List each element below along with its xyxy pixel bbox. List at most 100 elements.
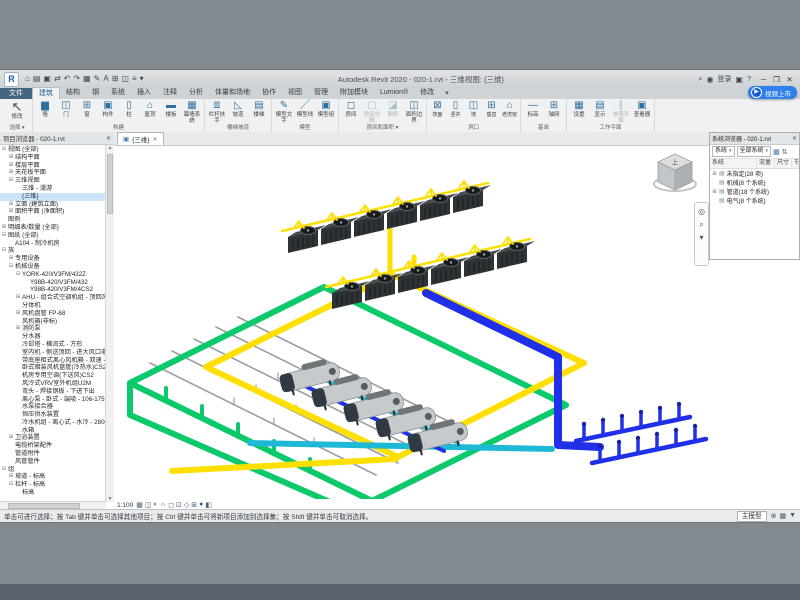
tree-item[interactable]: A104 - 制冷机房 — [0, 240, 106, 248]
tree-item[interactable]: ⊞ 面积平面 (净面积) — [0, 208, 106, 216]
tree-item[interactable]: 图例 — [0, 216, 106, 224]
system-browser-header[interactable]: 系统浏览器 - 020-1.rvt ✕ — [710, 133, 799, 145]
model-3d-view[interactable] — [114, 145, 800, 499]
ribbon-button[interactable]: ◫ 墙 — [465, 100, 482, 118]
qat-icon[interactable]: ↶ — [64, 74, 71, 84]
tree-item[interactable]: ⊟ 机械设备 — [0, 263, 106, 271]
tree-expand-icon[interactable]: ⊞ — [15, 294, 21, 302]
ribbon-tab[interactable]: 体量和场地 — [209, 87, 256, 98]
ribbon-button[interactable]: ⌂ 屋顶 — [140, 100, 160, 118]
qat-icon[interactable]: ↷ — [73, 74, 80, 84]
panel-label-room[interactable]: 房间和面积 ▾ — [341, 124, 424, 132]
ribbon-button[interactable]: ▢ 房间分隔 — [362, 100, 382, 124]
tree-item[interactable]: ⊟ 图纸 (全部) — [0, 232, 106, 240]
view-control-icon[interactable]: ☼ — [160, 501, 166, 509]
tree-expand-icon[interactable]: ⊞ — [8, 162, 14, 170]
ribbon-tab[interactable]: 结构 — [60, 87, 86, 98]
view-control-icon[interactable]: ⊡ — [176, 501, 182, 509]
ribbon-tab[interactable]: 附加模块 — [334, 87, 374, 98]
ribbon-button[interactable]: ― 标高 — [523, 100, 543, 118]
ribbon-button[interactable]: ⊞ 轴网 — [544, 100, 564, 118]
tree-item[interactable]: 风冷式VRV室外机组U2M — [0, 380, 106, 388]
status-icon[interactable]: ⊕ — [771, 512, 777, 520]
scale-control[interactable]: 1:100 — [117, 502, 133, 509]
system-row[interactable]: ⊞ ▤ 管道(18 个系统) — [710, 187, 799, 196]
view-tab-close-icon[interactable]: ✕ — [153, 136, 158, 143]
ribbon-button[interactable]: ▦ 幕墙系统 — [182, 100, 202, 124]
tree-expand-icon[interactable] — [15, 372, 21, 380]
tree-expand-icon[interactable]: ⊟ — [15, 271, 21, 279]
ribbon-button[interactable]: ◫ 面积边界 — [404, 100, 424, 124]
tree-item[interactable]: 室内机 - 侧送顶回 - 进大风口非标装置 — [0, 349, 106, 357]
promo-button[interactable]: ▶ 视频上市 — [748, 86, 797, 99]
row-expand-icon[interactable]: ⊞ — [712, 171, 717, 177]
tree-item[interactable]: ⊞ 消防泵 — [0, 325, 106, 333]
tree-expand-icon[interactable]: ⊟ — [1, 247, 7, 255]
ribbon-tab[interactable]: 协作 — [256, 87, 282, 98]
tree-item[interactable]: 卧式暗装风机盘管(冷热水)CS2 — [0, 364, 106, 372]
close-button[interactable]: ✕ — [783, 75, 796, 84]
tree-expand-icon[interactable]: ⊞ — [8, 154, 14, 162]
view-control-icon[interactable]: ● — [199, 501, 203, 509]
project-browser-vscrollbar[interactable]: ▲▼ — [105, 145, 114, 502]
tree-item[interactable]: 冷水机组 - 离心式 - 水冷 - 2800 - 14000 kW — [0, 419, 106, 427]
tree-expand-icon[interactable]: ⊟ — [1, 146, 7, 154]
modify-button[interactable]: ↖ 修改 — [4, 100, 30, 120]
minimize-button[interactable]: ─ — [757, 75, 770, 84]
view-tab[interactable]: ▣ {三维} ✕ — [117, 132, 164, 145]
zoom-icon[interactable]: ⌕ — [699, 220, 703, 229]
tree-item[interactable]: 冷却塔 - 横流式 - 方形 — [0, 341, 106, 349]
tree-expand-icon[interactable] — [8, 450, 14, 458]
tree-expand-icon[interactable] — [15, 396, 21, 404]
column-settings-icon[interactable]: ▦ — [773, 148, 780, 156]
ribbon-button[interactable]: ≣ 栏杆扶手 — [207, 100, 227, 124]
tree-item[interactable]: Y98B-420/V3FM/432 — [0, 279, 106, 287]
tree-expand-icon[interactable] — [15, 357, 21, 365]
ribbon-button[interactable]: ▤ 显示 — [590, 100, 610, 118]
tree-expand-icon[interactable] — [15, 349, 21, 357]
tree-expand-icon[interactable] — [15, 302, 21, 310]
qat-icon[interactable]: ▾ — [140, 74, 144, 84]
view-control-icon[interactable]: ◻ — [168, 501, 174, 509]
tree-expand-icon[interactable] — [15, 411, 21, 419]
ribbon-button[interactable]: ▆ 墙 — [35, 100, 55, 118]
tree-item[interactable]: 三维 - 漫游 — [0, 185, 106, 193]
workset-dropdown[interactable]: 主模型 — [737, 511, 767, 522]
row-expand-icon[interactable]: ⊞ — [712, 189, 717, 195]
ribbon-tab[interactable]: Lumion® — [374, 87, 414, 98]
tree-expand-icon[interactable] — [15, 388, 21, 396]
tree-item[interactable]: ⊟ 三维视图 — [0, 177, 106, 185]
tree-item[interactable]: 风管管件 — [0, 458, 106, 466]
tree-expand-icon[interactable]: ⊞ — [8, 201, 14, 209]
tree-item[interactable]: 机房专用空调(下送风)CS2 — [0, 372, 106, 380]
tree-expand-icon[interactable] — [15, 193, 21, 201]
tree-item[interactable]: ⊞ 专用设备 — [0, 255, 106, 263]
ribbon-tab[interactable]: 系统 — [105, 87, 131, 98]
tree-expand-icon[interactable]: ⊞ — [8, 434, 14, 442]
tree-expand-icon[interactable]: ⊞ — [15, 325, 21, 333]
person-icon[interactable]: ◉ — [707, 75, 714, 84]
ribbon-tab[interactable]: 建筑 — [32, 87, 60, 99]
view-control-icon[interactable]: ◧ — [205, 501, 212, 509]
ribbon-button[interactable]: ▦ 设置 — [569, 100, 589, 118]
ribbon-tab[interactable]: 视图 — [282, 87, 308, 98]
ribbon-button[interactable]: ⌂ 老虎窗 — [501, 100, 518, 118]
tree-expand-icon[interactable] — [15, 318, 21, 326]
column-header[interactable]: 流量 — [757, 159, 775, 168]
tree-item[interactable]: 弯头 - 焊接钢板 - 下进下出 — [0, 388, 106, 396]
tree-expand-icon[interactable]: ⊟ — [1, 466, 7, 474]
tree-item[interactable]: ⊞ 结构平面 — [0, 154, 106, 162]
qat-icon[interactable]: ⌂ — [25, 74, 30, 84]
tree-expand-icon[interactable] — [8, 458, 14, 466]
tree-expand-icon[interactable] — [8, 442, 14, 450]
view-control-icon[interactable]: ◫ — [145, 501, 152, 509]
tree-item[interactable]: 分体机 — [0, 302, 106, 310]
qat-icon[interactable]: ◫ — [121, 74, 129, 84]
ribbon-tab[interactable]: 管理 — [308, 87, 334, 98]
tree-expand-icon[interactable]: ⊞ — [8, 208, 14, 216]
ribbon-button[interactable]: ⊞ 垂直 — [483, 100, 500, 118]
tree-item[interactable]: 风机箱(非标) — [0, 318, 106, 326]
revit-logo[interactable]: R — [4, 72, 19, 87]
system-row[interactable]: ▤ 机械(8 个系统) — [710, 178, 799, 187]
navbar-expand-icon[interactable]: ▾ — [699, 233, 703, 242]
